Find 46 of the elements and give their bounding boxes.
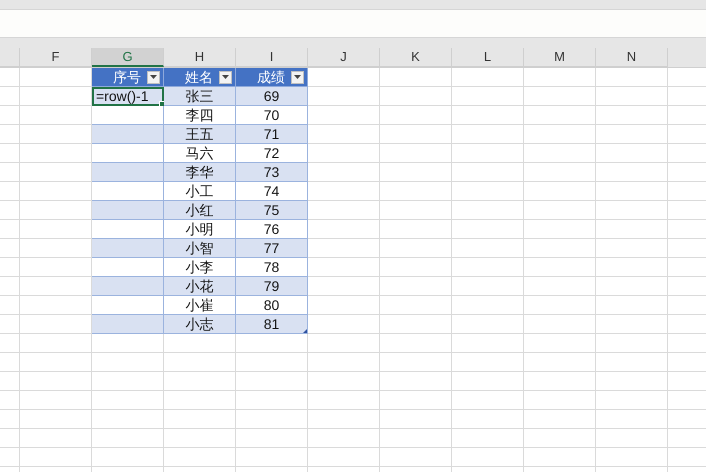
table-cell: 张三 bbox=[164, 87, 236, 106]
active-cell[interactable]: =row()-1 bbox=[92, 87, 164, 106]
table-cell: 小红 bbox=[164, 201, 236, 220]
table-cell: 80 bbox=[236, 296, 308, 315]
column-header[interactable]: K bbox=[380, 48, 452, 67]
table-cell: 74 bbox=[236, 182, 308, 201]
table-header-cell: 姓名 bbox=[164, 68, 236, 87]
table-cell: 李华 bbox=[164, 163, 236, 182]
column-header[interactable]: H bbox=[164, 48, 236, 67]
column-header[interactable]: F bbox=[20, 48, 92, 67]
table-cell: 小智 bbox=[164, 239, 236, 258]
table-cell: 小明 bbox=[164, 220, 236, 239]
caret-icon bbox=[294, 75, 301, 79]
column-header[interactable]: G bbox=[92, 48, 164, 67]
table-cell: 小工 bbox=[164, 182, 236, 201]
table-header-cell: 序号 bbox=[92, 68, 164, 87]
table-cell: 小花 bbox=[164, 277, 236, 296]
table-cell: 小志 bbox=[164, 315, 236, 334]
table-cell: 72 bbox=[236, 144, 308, 163]
resize-handle-icon[interactable] bbox=[303, 329, 307, 333]
table-cell: 王五 bbox=[164, 125, 236, 144]
column-header[interactable]: I bbox=[236, 48, 308, 67]
column-header[interactable]: N bbox=[596, 48, 668, 67]
filter-dropdown-button[interactable] bbox=[147, 70, 160, 84]
caret-icon bbox=[150, 75, 157, 79]
table-cell: 小崔 bbox=[164, 296, 236, 315]
table-cell: 69 bbox=[236, 87, 308, 106]
filter-dropdown-button[interactable] bbox=[291, 70, 304, 84]
filter-dropdown-button[interactable] bbox=[219, 70, 232, 84]
table-cell: 李四 bbox=[164, 106, 236, 125]
table-header-cell: 成绩 bbox=[236, 68, 308, 87]
table-cell: 76 bbox=[236, 220, 308, 239]
table-cell: 79 bbox=[236, 277, 308, 296]
table-cell: 小李 bbox=[164, 258, 236, 277]
column-header[interactable]: M bbox=[524, 48, 596, 67]
table-cell: 77 bbox=[236, 239, 308, 258]
table-cell: 71 bbox=[236, 125, 308, 144]
caret-icon bbox=[222, 75, 229, 79]
column-header[interactable]: L bbox=[452, 48, 524, 67]
table-cell: 81 bbox=[236, 315, 308, 334]
column-header[interactable]: J bbox=[308, 48, 380, 67]
table-cell: 70 bbox=[236, 106, 308, 125]
table-cell: 78 bbox=[236, 258, 308, 277]
table-cell: 75 bbox=[236, 201, 308, 220]
table-cell: 73 bbox=[236, 163, 308, 182]
table-cell: 马六 bbox=[164, 144, 236, 163]
